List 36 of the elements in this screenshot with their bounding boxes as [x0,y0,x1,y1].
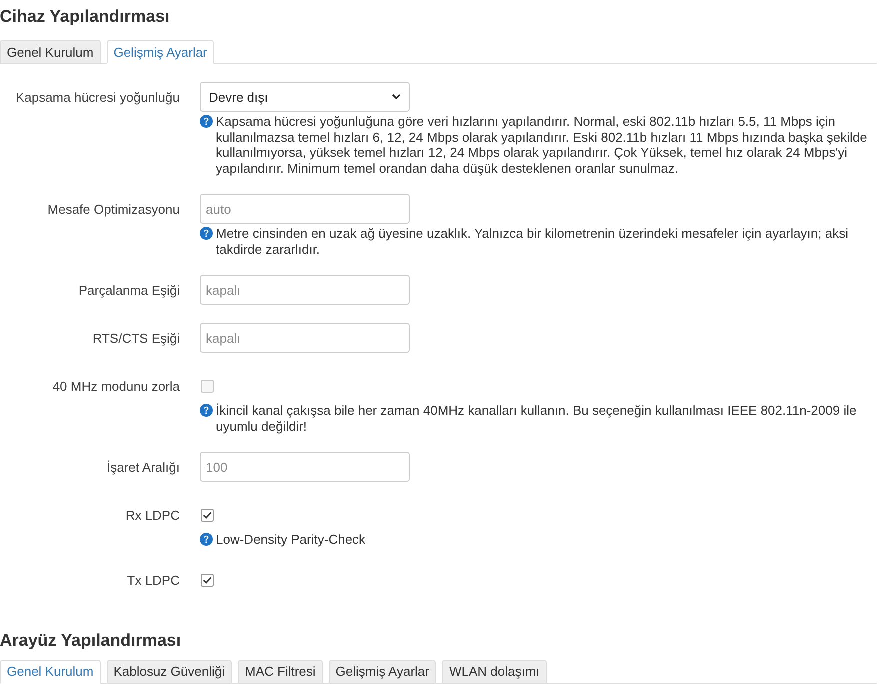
help-icon [200,404,213,417]
chevron-down-icon [392,94,401,100]
field-label: Parçalanma Eşiği [78,282,180,298]
tab[interactable]: Gelişmiş Ayarlar [106,40,214,64]
tab[interactable]: Kablosuz Güvenliği [106,660,232,684]
help-text: Low-Density Parity-Check [216,532,366,548]
section-title: Arayüz Yapılandırması [0,630,182,652]
text-field[interactable]: 100 [200,452,410,482]
section-title: Cihaz Yapılandırması [0,6,170,28]
help-icon [200,533,213,546]
checkmark-icon [203,577,212,584]
text-field[interactable]: kapalı [200,323,410,353]
tab[interactable]: MAC Filtresi [238,660,323,684]
help-icon [200,227,213,240]
checkbox[interactable] [201,574,214,587]
field-label: 40 MHz modunu zorla [52,378,180,394]
checkmark-icon [203,512,212,518]
field-label: Kapsama hücresi yoğunluğu [16,90,180,104]
help-icon [200,115,213,128]
help-text: Metre cinsinden en uzak ağ üyesine uzaklık. Yalnızca bir kilometrenin üzerindeki mesafeler için ayarlayın; aksi takdirde zararlıdır. [216,226,850,257]
tab[interactable]: WLAN dolaşımı [442,660,547,684]
checkbox[interactable] [201,380,214,392]
text-field[interactable]: kapalı [200,275,410,305]
tab[interactable]: Genel Kurulum [0,660,101,684]
field-label: Tx LDPC [127,573,180,588]
tab[interactable]: Gelişmiş Ayarlar [328,660,436,684]
text-field[interactable]: auto [200,194,410,224]
help-text: İkincil kanal çakışsa bile her zaman 40MHz kanalları kullanın. Bu seçeneğin kullanılması IEEE 802.11n-2009 ile uyumlu değildir! [216,403,858,434]
field-label: Rx LDPC [126,508,180,522]
checkbox[interactable] [201,508,214,522]
field-label: Mesafe Optimizasyonu [48,202,180,216]
field-label: RTS/CTS Eşiği [92,330,180,346]
select-dropdown[interactable]: Devre dışı [200,82,410,112]
help-text: Kapsama hücresi yoğunluğuna göre veri hızlarını yapılandırır. Normal, eski 802.11b hızları 5.5, 11 Mbps için kullanılmazsa temel hızları 6, 12, 24 Mbps olarak yapılandırır. Eski 802.11b hızları 11 Mbps hızında başka şekilde kullanılmıyorsa, yüksek temel hızları 12, 24 Mbps olarak yapılandırır. Çok Yüksek, temel hız olarak 24 Mbps'yi yapılandırır. Minimum temel orandan daha düşük desteklenen oranlar sunulmaz. [216,114,868,176]
tab[interactable]: Genel Kurulum [0,40,101,64]
field-label: İşaret Aralığı [107,460,180,474]
